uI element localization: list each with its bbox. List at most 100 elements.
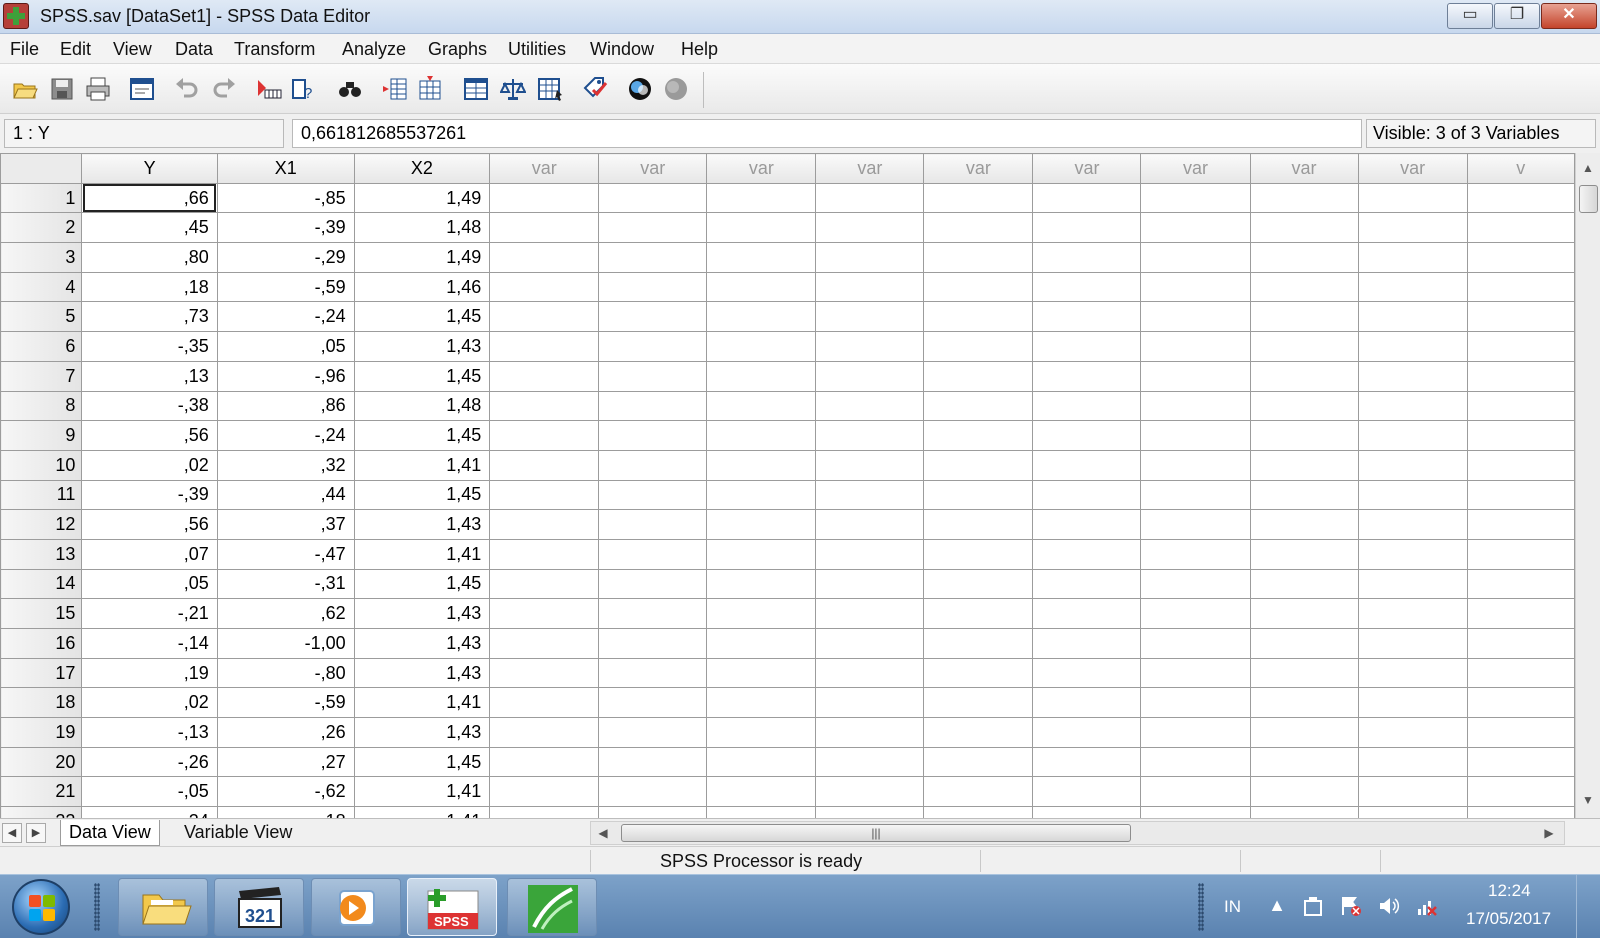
cell-x1[interactable]: -,59 xyxy=(216,271,355,303)
cell-x2[interactable]: 1,41 xyxy=(353,449,491,481)
cell-empty[interactable] xyxy=(923,509,1034,540)
cell-x2[interactable]: 1,45 xyxy=(353,360,491,392)
print-icon[interactable] xyxy=(85,76,111,102)
cell-empty[interactable] xyxy=(923,242,1034,273)
cell-empty[interactable] xyxy=(706,331,817,362)
cell-empty[interactable] xyxy=(1357,746,1468,778)
cell-x1[interactable]: ,62 xyxy=(216,598,355,629)
cell-empty[interactable] xyxy=(815,360,925,392)
column-header-x2[interactable]: X2 xyxy=(353,153,491,184)
cell-y[interactable]: ,18 xyxy=(81,271,218,303)
cell-empty[interactable] xyxy=(706,271,817,303)
cell-empty[interactable] xyxy=(1466,182,1575,214)
cell-empty[interactable] xyxy=(1032,360,1142,392)
volume-icon[interactable] xyxy=(1378,895,1400,917)
cell-empty[interactable] xyxy=(1032,449,1142,481)
cell-x1[interactable]: ,37 xyxy=(216,509,355,540)
cell-x2[interactable]: 1,41 xyxy=(353,806,491,818)
save-icon[interactable] xyxy=(49,76,75,102)
cell-empty[interactable] xyxy=(1140,390,1251,422)
cell-x1[interactable]: ,27 xyxy=(216,746,355,778)
cell-empty[interactable] xyxy=(1357,538,1468,570)
cell-x2[interactable]: 1,46 xyxy=(353,271,491,303)
cell-y[interactable]: ,05 xyxy=(81,568,218,600)
cell-empty[interactable] xyxy=(489,301,600,333)
cell-empty[interactable] xyxy=(706,746,817,778)
column-header-var[interactable]: var xyxy=(598,153,708,184)
cell-x1[interactable]: ,18 xyxy=(216,806,355,818)
cell-empty[interactable] xyxy=(923,182,1034,214)
cell-empty[interactable] xyxy=(1466,509,1575,540)
cell-empty[interactable] xyxy=(1249,657,1359,689)
cell-x1[interactable]: -,24 xyxy=(216,420,355,451)
cell-empty[interactable] xyxy=(1357,776,1468,808)
cell-empty[interactable] xyxy=(1249,242,1359,273)
show-hidden-icons-icon[interactable]: ▲ xyxy=(1266,895,1288,917)
redo-icon[interactable] xyxy=(211,76,237,102)
cell-empty[interactable] xyxy=(923,420,1034,451)
cell-empty[interactable] xyxy=(598,420,708,451)
cell-empty[interactable] xyxy=(1140,628,1251,659)
taskbar-media-player[interactable] xyxy=(311,878,401,936)
cell-empty[interactable] xyxy=(1466,657,1575,689)
cell-empty[interactable] xyxy=(598,360,708,392)
taskbar-spss[interactable]: SPSS xyxy=(407,878,497,936)
cell-x2[interactable]: 1,43 xyxy=(353,717,491,748)
cell-empty[interactable] xyxy=(1249,420,1359,451)
cell-empty[interactable] xyxy=(598,212,708,244)
cell-empty[interactable] xyxy=(489,331,600,362)
cell-empty[interactable] xyxy=(1357,449,1468,481)
horizontal-scrollbar[interactable]: ◀ ||| ▶ xyxy=(590,821,1565,845)
cell-y[interactable]: ,66 xyxy=(81,182,218,214)
menu-view[interactable]: View xyxy=(113,39,152,60)
cell-empty[interactable] xyxy=(1140,657,1251,689)
cell-empty[interactable] xyxy=(706,242,817,273)
input-language-indicator[interactable]: IN xyxy=(1224,897,1241,917)
taskbar-file-explorer[interactable] xyxy=(118,878,208,936)
cell-empty[interactable] xyxy=(923,806,1034,818)
column-header-var[interactable]: var xyxy=(489,153,600,184)
row-number[interactable]: 18 xyxy=(0,687,83,719)
cell-empty[interactable] xyxy=(923,271,1034,303)
column-header-var[interactable]: var xyxy=(815,153,925,184)
cell-empty[interactable] xyxy=(923,538,1034,570)
cell-empty[interactable] xyxy=(598,331,708,362)
cell-empty[interactable] xyxy=(1357,509,1468,540)
cell-empty[interactable] xyxy=(706,717,817,748)
cell-y[interactable]: ,80 xyxy=(81,242,218,273)
cell-empty[interactable] xyxy=(1249,628,1359,659)
cell-empty[interactable] xyxy=(815,598,925,629)
spss-app-icon[interactable] xyxy=(3,3,29,29)
cell-empty[interactable] xyxy=(923,568,1034,600)
column-header-var[interactable]: var xyxy=(706,153,817,184)
split-file-icon[interactable] xyxy=(463,76,489,102)
cell-empty[interactable] xyxy=(1140,776,1251,808)
cell-y[interactable]: ,13 xyxy=(81,360,218,392)
cell-empty[interactable] xyxy=(489,212,600,244)
cell-empty[interactable] xyxy=(815,538,925,570)
cell-empty[interactable] xyxy=(923,449,1034,481)
cell-empty[interactable] xyxy=(1032,182,1142,214)
row-number[interactable]: 3 xyxy=(0,242,83,273)
cell-empty[interactable] xyxy=(1032,568,1142,600)
cell-empty[interactable] xyxy=(1466,538,1575,570)
cell-empty[interactable] xyxy=(598,271,708,303)
cell-x2[interactable]: 1,49 xyxy=(353,182,491,214)
cell-empty[interactable] xyxy=(1357,360,1468,392)
menu-file[interactable]: File xyxy=(10,39,39,60)
cell-empty[interactable] xyxy=(706,360,817,392)
cell-empty[interactable] xyxy=(815,390,925,422)
cell-empty[interactable] xyxy=(1032,242,1142,273)
cell-empty[interactable] xyxy=(489,776,600,808)
cell-empty[interactable] xyxy=(815,449,925,481)
cell-empty[interactable] xyxy=(1249,568,1359,600)
cell-x1[interactable]: -,85 xyxy=(216,182,355,214)
value-labels-icon[interactable] xyxy=(583,76,609,102)
tab-scroll-right-icon[interactable]: ▶ xyxy=(26,823,46,843)
cell-empty[interactable] xyxy=(923,212,1034,244)
cell-empty[interactable] xyxy=(598,568,708,600)
cell-empty[interactable] xyxy=(489,360,600,392)
cell-x2[interactable]: 1,41 xyxy=(353,687,491,719)
cell-x1[interactable]: -,59 xyxy=(216,687,355,719)
cell-x1[interactable]: -,24 xyxy=(216,301,355,333)
